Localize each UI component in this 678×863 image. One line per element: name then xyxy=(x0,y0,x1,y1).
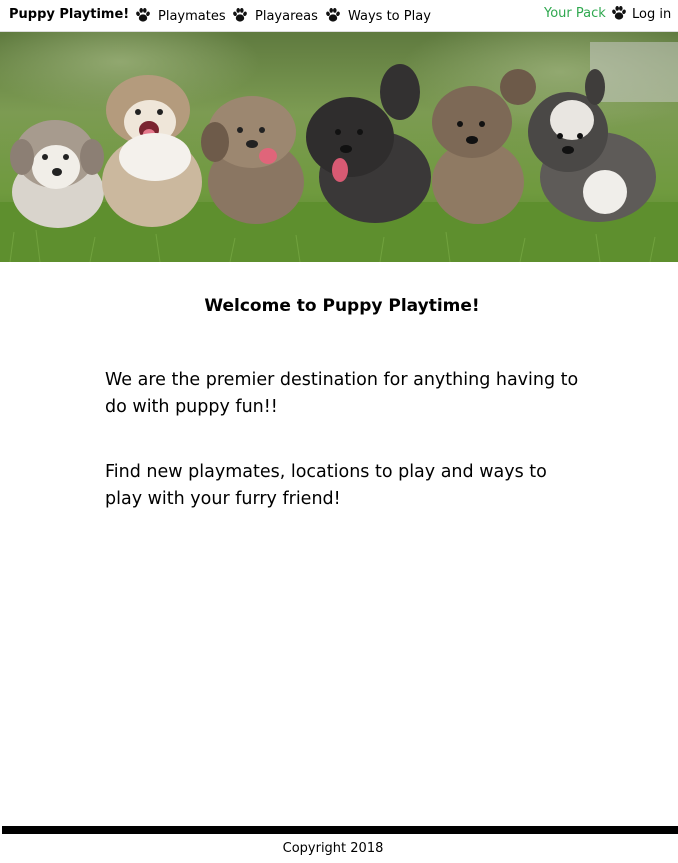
nav-link-label: Playmates xyxy=(158,9,226,24)
description-paragraph: Find new playmates, locations to play an… xyxy=(105,462,547,509)
brand-link[interactable]: Puppy Playtime! xyxy=(9,7,129,22)
paw-icon xyxy=(232,7,248,23)
copyright-text: Copyright 2018 xyxy=(282,841,384,856)
footer-divider xyxy=(2,826,678,834)
paw-icon xyxy=(135,7,151,23)
your-pack-link[interactable]: Your Pack xyxy=(544,6,606,21)
nav-item-ways-to-play[interactable]: Ways to Play xyxy=(325,7,431,24)
nav-item-playmates[interactable]: Playmates xyxy=(135,7,226,24)
paw-icon xyxy=(325,7,341,23)
nav-link-label: Playareas xyxy=(255,9,318,24)
page-title: Welcome to Puppy Playtime! xyxy=(204,296,480,316)
nav-item-playareas[interactable]: Playareas xyxy=(232,7,318,24)
puppies-photo xyxy=(0,32,678,262)
paw-icon xyxy=(611,5,627,21)
login-link[interactable]: Log in xyxy=(611,5,671,22)
login-label: Log in xyxy=(632,7,672,22)
top-navbar: Puppy Playtime! Playmates Playareas Ways… xyxy=(0,0,678,32)
nav-link-label: Ways to Play xyxy=(348,9,431,24)
intro-paragraph: We are the premier destination for anyth… xyxy=(105,370,579,417)
hero-image xyxy=(0,32,678,262)
